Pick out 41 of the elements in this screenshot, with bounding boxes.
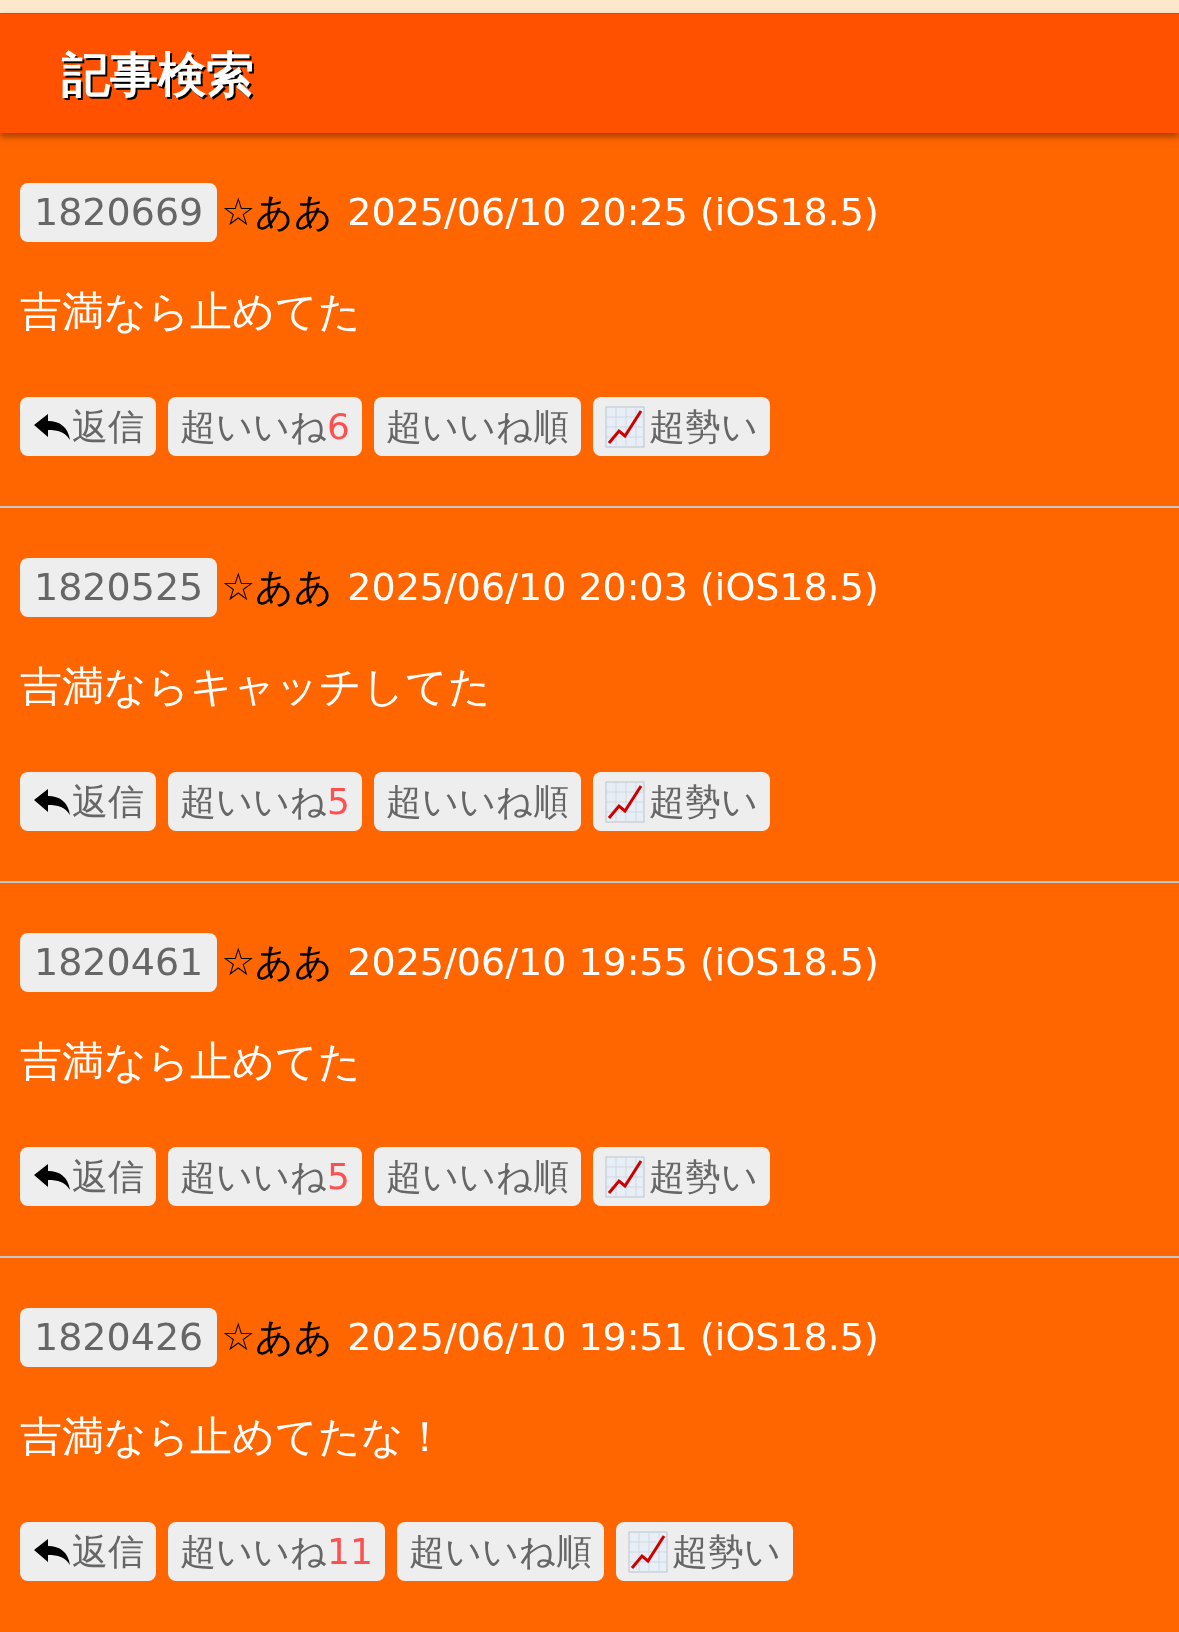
reply-arrow-icon xyxy=(32,786,72,817)
reply-arrow-icon xyxy=(32,1536,72,1567)
chart-increasing-icon xyxy=(604,1155,645,1198)
post-number[interactable]: 1820461 xyxy=(20,933,218,992)
trending-button[interactable]: 超勢い xyxy=(592,772,770,831)
reply-button[interactable]: 返信 xyxy=(20,772,156,831)
trending-button[interactable]: 超勢い xyxy=(592,1147,770,1206)
reply-arrow-icon xyxy=(32,1161,72,1192)
reply-button[interactable]: 返信 xyxy=(20,1522,156,1581)
post-date: 2025/06/10 19:51 (iOS18.5) xyxy=(347,1314,879,1361)
author-name: ☆ああ xyxy=(221,564,334,611)
post-message: 吉満ならキャッチしてた xyxy=(20,661,492,713)
post-number[interactable]: 1820525 xyxy=(20,558,218,617)
author-name: ☆ああ xyxy=(221,189,334,236)
sort-by-likes-button[interactable]: 超いいね順 xyxy=(373,772,581,831)
post-message: 吉満なら止めてたな！ xyxy=(20,1411,447,1463)
post-number[interactable]: 1820669 xyxy=(20,183,218,242)
post-message: 吉満なら止めてた xyxy=(20,1036,362,1088)
author-name: ☆ああ xyxy=(221,1314,334,1361)
post-date: 2025/06/10 19:55 (iOS18.5) xyxy=(347,939,879,986)
like-button[interactable]: 超いいね6 xyxy=(168,397,362,456)
page-title: 記事検索 xyxy=(62,44,254,104)
sort-by-likes-button[interactable]: 超いいね順 xyxy=(373,1147,581,1206)
trending-button[interactable]: 超勢い xyxy=(592,397,770,456)
reply-button[interactable]: 返信 xyxy=(20,1147,156,1206)
reply-button[interactable]: 返信 xyxy=(20,397,156,456)
author-name: ☆ああ xyxy=(221,939,334,986)
trending-button[interactable]: 超勢い xyxy=(615,1522,793,1581)
post-date: 2025/06/10 20:03 (iOS18.5) xyxy=(347,564,879,611)
post-message: 吉満なら止めてた xyxy=(20,286,362,338)
reply-arrow-icon xyxy=(32,411,72,442)
like-button[interactable]: 超いいね11 xyxy=(168,1522,385,1581)
chart-increasing-icon xyxy=(627,1530,668,1573)
post-number[interactable]: 1820426 xyxy=(20,1308,218,1367)
sort-by-likes-button[interactable]: 超いいね順 xyxy=(396,1522,604,1581)
post-date: 2025/06/10 20:25 (iOS18.5) xyxy=(347,189,879,236)
chart-increasing-icon xyxy=(604,405,645,448)
chart-increasing-icon xyxy=(604,780,645,823)
like-button[interactable]: 超いいね5 xyxy=(168,1147,362,1206)
like-button[interactable]: 超いいね5 xyxy=(168,772,362,831)
sort-by-likes-button[interactable]: 超いいね順 xyxy=(373,397,581,456)
